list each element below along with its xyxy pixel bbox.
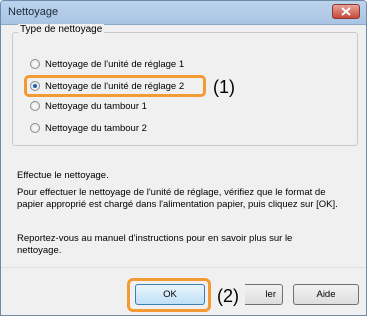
info-line-4: nettoyage. [17, 245, 62, 256]
radio-button[interactable] [30, 59, 40, 69]
info-line-2: papier approprié est chargé dans l'alime… [17, 199, 338, 210]
highlight-box-option [24, 75, 206, 97]
close-button[interactable] [332, 4, 360, 19]
callout-2: (2) [217, 286, 239, 306]
highlight-box-ok [127, 278, 211, 312]
dialog-window: Nettoyage Type de nettoyage Nettoyage de… [0, 0, 367, 316]
info-line-3: Reportez-vous au manuel d'instructions p… [17, 233, 293, 244]
radio-option-fuser-1[interactable]: Nettoyage de l'unité de réglage 1 [30, 57, 184, 71]
info-heading: Effectue le nettoyage. [17, 170, 109, 181]
radio-label: Nettoyage du tambour 2 [45, 122, 147, 134]
close-icon [341, 7, 351, 16]
info-line-1: Pour effectuer le nettoyage de l'unité d… [17, 187, 326, 198]
window-title: Nettoyage [8, 6, 59, 18]
help-button[interactable]: Aide [293, 284, 359, 305]
cancel-button[interactable]: ler [245, 284, 283, 305]
callout-1: (1) [213, 77, 235, 97]
radio-label: Nettoyage du tambour 1 [45, 100, 147, 112]
radio-label: Nettoyage de l'unité de réglage 1 [45, 58, 185, 70]
group-label: Type de nettoyage [18, 24, 105, 35]
radio-button[interactable] [30, 101, 40, 111]
radio-option-drum-2[interactable]: Nettoyage du tambour 2 [30, 121, 147, 135]
title-bar: Nettoyage [1, 1, 366, 25]
button-divider [1, 267, 366, 268]
radio-button[interactable] [30, 123, 40, 133]
radio-option-drum-1[interactable]: Nettoyage du tambour 1 [30, 99, 147, 113]
